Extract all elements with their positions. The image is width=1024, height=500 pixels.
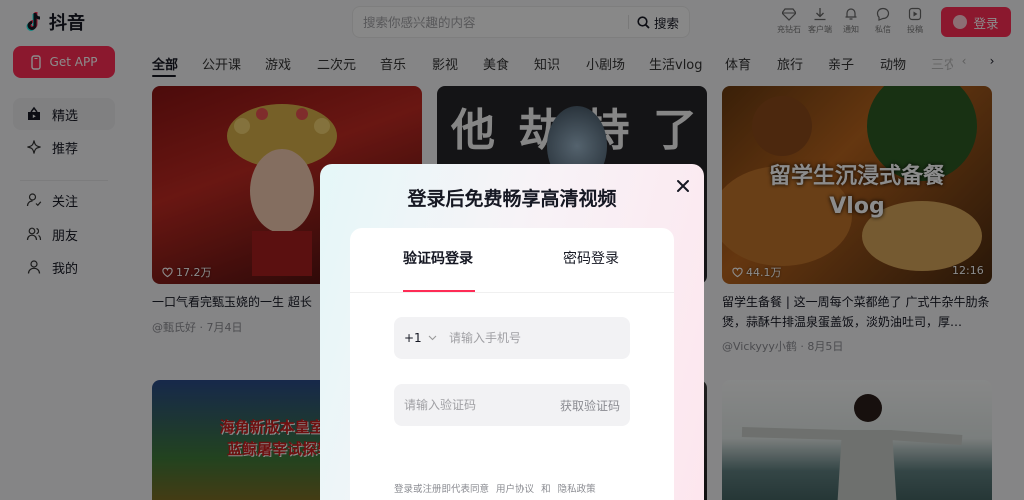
user-agreement-link[interactable]: 用户协议 [496,484,534,495]
login-panel: 验证码登录 密码登录 +1 获取验证码 登录或注册即代表同意 用户协议 和 隐私… [350,228,674,500]
chevron-down-icon [428,335,437,341]
code-field: 获取验证码 [394,384,630,426]
verification-code-input[interactable] [404,398,544,412]
tab-password-login[interactable]: 密码登录 [563,248,619,268]
agreement-prefix: 登录或注册即代表同意 [394,484,490,495]
phone-input[interactable] [449,331,619,345]
tab-sms-login[interactable]: 验证码登录 [403,248,473,268]
phone-field: +1 [394,317,630,359]
login-tab-divider [350,292,674,293]
get-code-button[interactable]: 获取验证码 [560,397,620,414]
login-modal-title: 登录后免费畅享高清视频 [407,188,617,210]
login-modal: 登录后免费畅享高清视频 验证码登录 密码登录 +1 获取验证码 登录或注册即代表… [320,164,704,500]
agreement-text: 登录或注册即代表同意 用户协议 和 隐私政策 [394,481,596,495]
privacy-policy-link[interactable]: 隐私政策 [558,484,596,495]
close-icon[interactable] [675,178,691,194]
country-code-value: +1 [404,331,422,345]
country-code-select[interactable]: +1 [394,331,444,345]
agreement-and: 和 [541,484,551,495]
